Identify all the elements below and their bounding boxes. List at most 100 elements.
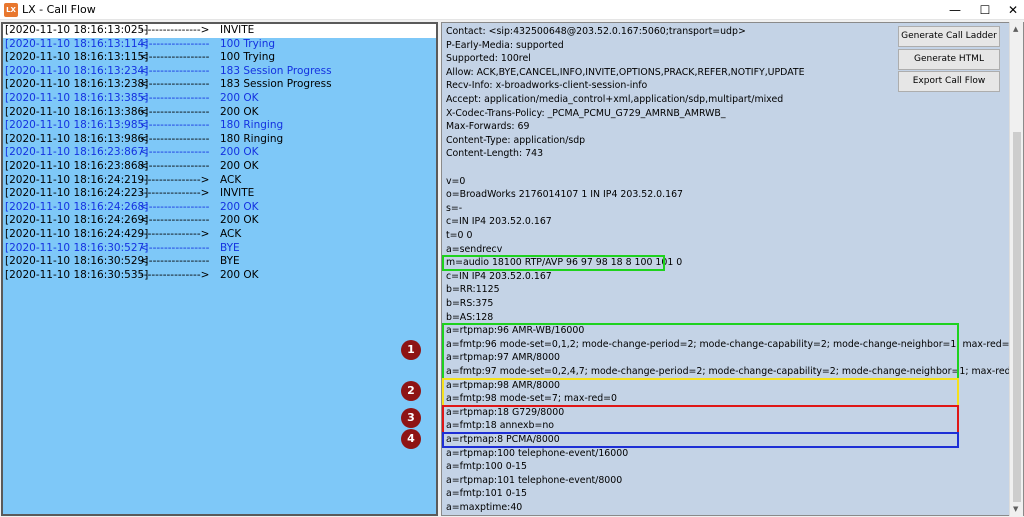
sip-line: Recv-Info: x-broadworks-client-session-i… xyxy=(446,80,648,92)
message-timestamp: [2020-11-10 18:16:30:527] xyxy=(5,241,149,254)
message-direction-arrow: <---------------- xyxy=(140,91,210,104)
message-direction-arrow: ----------------> xyxy=(140,227,210,240)
sip-line: P-Early-Media: supported xyxy=(446,39,564,51)
sip-line: c=IN IP4 203.52.0.167 xyxy=(446,270,552,282)
message-timestamp: [2020-11-10 18:16:13:025] xyxy=(5,24,149,36)
message-row[interactable]: [2020-11-10 18:16:13:385] <--------------… xyxy=(3,92,436,106)
sip-line: Content-Length: 743 xyxy=(446,148,544,160)
message-list[interactable]: [2020-11-10 18:16:13:025] ---------------… xyxy=(1,22,438,516)
scroll-up-icon[interactable]: ▲ xyxy=(1013,25,1018,33)
message-direction-arrow: <---------------- xyxy=(140,159,210,172)
message-label: 183 Session Progress xyxy=(220,78,332,91)
sip-line: t=0 0 xyxy=(446,230,473,241)
detail-scrollbar[interactable]: ▲ ▼ xyxy=(1009,22,1023,516)
message-timestamp: [2020-11-10 18:16:13:114] xyxy=(5,37,149,50)
sip-line: X-Codec-Trans-Policy: _PCMA_PCMU_G729_AM… xyxy=(446,107,726,119)
message-row[interactable]: [2020-11-10 18:16:13:234] <--------------… xyxy=(3,65,436,79)
highlight-box-blue xyxy=(442,432,959,448)
message-detail: Contact: <sip:432500648@203.52.0.167:506… xyxy=(441,22,1024,516)
sip-line: a=fmtp:100 0-15 xyxy=(446,461,527,473)
message-direction-arrow: <---------------- xyxy=(140,37,210,50)
highlight-box-green xyxy=(442,255,665,271)
message-timestamp: [2020-11-10 18:16:30:535] xyxy=(5,268,149,281)
message-row[interactable]: [2020-11-10 18:16:13:114] <--------------… xyxy=(3,38,436,52)
app-icon: LX xyxy=(4,3,18,17)
message-label: 200 OK xyxy=(220,159,259,172)
message-timestamp: [2020-11-10 18:16:13:386] xyxy=(5,105,149,118)
message-direction-arrow: ----------------> xyxy=(140,268,210,281)
message-row[interactable]: [2020-11-10 18:16:13:115] <--------------… xyxy=(3,51,436,65)
message-direction-arrow: <---------------- xyxy=(140,119,210,132)
scroll-thumb[interactable] xyxy=(1013,132,1021,502)
message-direction-arrow: <---------------- xyxy=(140,241,210,254)
message-row[interactable]: [2020-11-10 18:16:13:025] ---------------… xyxy=(3,24,436,38)
message-label: 100 Trying xyxy=(220,51,276,64)
message-row[interactable]: [2020-11-10 18:16:24:219] ---------------… xyxy=(3,174,436,188)
sip-line: b=RR:1125 xyxy=(446,284,500,296)
message-label: 200 OK xyxy=(220,105,259,118)
message-timestamp: [2020-11-10 18:16:24:223] xyxy=(5,187,149,200)
message-row[interactable]: [2020-11-10 18:16:23:867] <--------------… xyxy=(3,146,436,160)
title-bar: LX LX - Call Flow — ☐ ✕ xyxy=(0,0,1024,20)
sip-line: a=fmtp:101 0-15 xyxy=(446,488,527,500)
sip-line: Max-Forwards: 69 xyxy=(446,121,530,133)
sip-line: v=0 xyxy=(446,175,466,187)
message-label: 200 OK xyxy=(220,200,259,213)
message-row[interactable]: [2020-11-10 18:16:24:429] ---------------… xyxy=(3,228,436,242)
export-call-flow-button[interactable]: Export Call Flow xyxy=(898,71,1000,92)
message-label: 183 Session Progress xyxy=(220,64,332,77)
message-direction-arrow: <---------------- xyxy=(140,64,210,77)
message-label: 200 OK xyxy=(220,91,259,104)
message-row[interactable]: [2020-11-10 18:16:24:268] <--------------… xyxy=(3,201,436,215)
message-label: BYE xyxy=(220,241,240,254)
message-label: ACK xyxy=(220,227,242,240)
message-timestamp: [2020-11-10 18:16:13:238] xyxy=(5,78,149,91)
highlight-box-red xyxy=(442,404,959,434)
message-row[interactable]: [2020-11-10 18:16:30:529] <--------------… xyxy=(3,255,436,269)
message-label: 180 Ringing xyxy=(220,119,284,132)
message-timestamp: [2020-11-10 18:16:13:234] xyxy=(5,64,149,77)
sip-line: a=rtpmap:101 telephone-event/8000 xyxy=(446,474,623,486)
message-direction-arrow: <---------------- xyxy=(140,214,210,227)
message-direction-arrow: ----------------> xyxy=(140,187,210,200)
highlight-box-yellow xyxy=(442,377,959,407)
message-row[interactable]: [2020-11-10 18:16:24:223] ---------------… xyxy=(3,187,436,201)
message-direction-arrow: <---------------- xyxy=(140,146,210,159)
message-direction-arrow: <---------------- xyxy=(140,78,210,91)
sip-line: b=RS:375 xyxy=(446,298,494,309)
message-timestamp: [2020-11-10 18:16:30:529] xyxy=(5,255,149,268)
message-timestamp: [2020-11-10 18:16:13:986] xyxy=(5,132,149,145)
sip-line: Allow: ACK,BYE,CANCEL,INFO,INVITE,OPTION… xyxy=(446,66,805,78)
generate-html-button[interactable]: Generate HTML xyxy=(898,49,1000,70)
message-row[interactable]: [2020-11-10 18:16:13:386] <--------------… xyxy=(3,106,436,120)
message-row[interactable]: [2020-11-10 18:16:13:238] <--------------… xyxy=(3,78,436,92)
message-row[interactable]: [2020-11-10 18:16:24:269] <--------------… xyxy=(3,214,436,228)
message-label: 100 Trying xyxy=(220,37,276,50)
message-row[interactable]: [2020-11-10 18:16:30:527] <--------------… xyxy=(3,242,436,256)
sip-line: a=maxptime:40 xyxy=(446,502,523,513)
sip-line: Content-Type: application/sdp xyxy=(446,134,586,146)
message-direction-arrow: <---------------- xyxy=(140,255,210,268)
message-row[interactable]: [2020-11-10 18:16:13:985] <--------------… xyxy=(3,119,436,133)
highlight-box-green xyxy=(442,323,959,380)
message-timestamp: [2020-11-10 18:16:24:268] xyxy=(5,200,149,213)
message-timestamp: [2020-11-10 18:16:24:219] xyxy=(5,173,149,186)
scroll-down-icon[interactable]: ▼ xyxy=(1013,505,1018,513)
annotation-marker: 4 xyxy=(401,428,421,449)
sip-line: b=AS:128 xyxy=(446,311,494,323)
message-timestamp: [2020-11-10 18:16:24:269] xyxy=(5,214,149,227)
generate-call-ladder-button[interactable]: Generate Call Ladder xyxy=(898,26,1000,47)
sip-line: s=- xyxy=(446,202,463,214)
message-row[interactable]: [2020-11-10 18:16:23:868] <--------------… xyxy=(3,160,436,174)
sip-line: a=sendrecv xyxy=(446,243,503,255)
message-timestamp: [2020-11-10 18:16:13:385] xyxy=(5,91,149,104)
sip-line: Accept: application/media_control+xml,ap… xyxy=(446,94,784,105)
message-row[interactable]: [2020-11-10 18:16:13:986] <--------------… xyxy=(3,133,436,147)
message-label: 200 OK xyxy=(220,268,259,281)
message-label: 200 OK xyxy=(220,146,259,159)
message-label: 180 Ringing xyxy=(220,132,284,145)
message-label: BYE xyxy=(220,255,240,268)
close-button[interactable]: ✕ xyxy=(990,0,1024,20)
message-timestamp: [2020-11-10 18:16:23:868] xyxy=(5,159,149,172)
message-row[interactable]: [2020-11-10 18:16:30:535] ---------------… xyxy=(3,269,436,283)
